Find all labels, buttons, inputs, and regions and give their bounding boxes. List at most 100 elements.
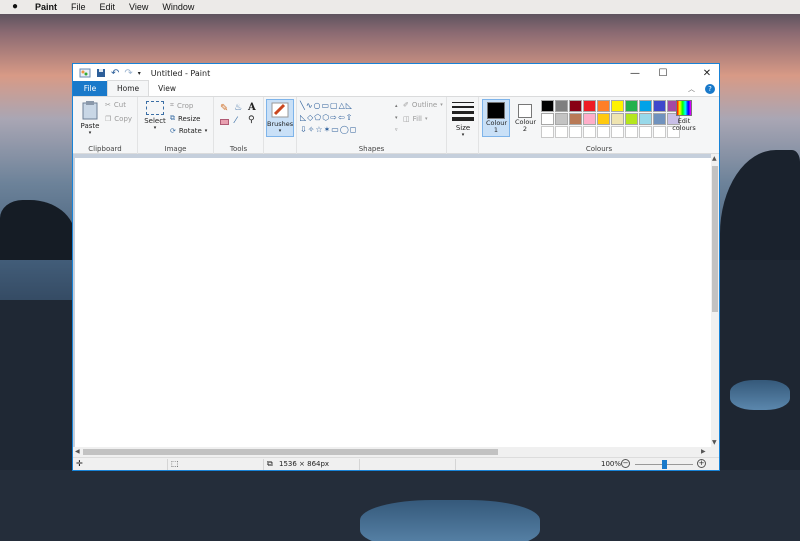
menu-window[interactable]: Window (162, 2, 194, 12)
text-tool-icon[interactable]: A (248, 102, 256, 113)
horizontal-scrollbar[interactable]: ◀ ▶ (73, 447, 719, 457)
help-icon[interactable]: ? (705, 84, 715, 94)
scroll-down-icon[interactable]: ▼ (712, 439, 717, 446)
palette-swatch[interactable] (625, 113, 638, 125)
menu-edit[interactable]: Edit (100, 2, 116, 12)
palette-swatch[interactable] (597, 100, 610, 112)
outline-button[interactable]: ✐ Outline ▾ (403, 101, 443, 109)
shapes-group: ╲∿○▭▢△◺ ◺◇⬠⬡⇨⇦⇧ ⇩✧☆✶▭◯◻ ▴ ▾ ▿ ✐ Outline ▾ ◫ F… (297, 97, 447, 154)
size-group: Size ▾ (447, 97, 479, 154)
shapes-group-label: Shapes (358, 145, 385, 153)
fill-button[interactable]: ◫ Fill ▾ (403, 115, 428, 123)
select-button[interactable]: Select ▾ (143, 101, 167, 131)
colour1-button[interactable]: Colour 1 (482, 99, 510, 137)
apple-icon[interactable]: ● (12, 0, 24, 14)
scroll-up-icon[interactable]: ▲ (712, 155, 717, 162)
palette-swatch[interactable] (653, 113, 666, 125)
collapse-ribbon-icon[interactable]: ︿ (688, 84, 695, 94)
crop-button[interactable]: ⌗ Crop (170, 101, 193, 110)
palette-swatch[interactable] (639, 126, 652, 138)
zoom-slider-thumb[interactable] (661, 460, 667, 469)
horizontal-scroll-thumb[interactable] (83, 449, 498, 455)
palette-swatch[interactable] (583, 100, 596, 112)
window-title: Untitled - Paint (150, 68, 211, 78)
palette-swatch[interactable] (653, 100, 666, 112)
colour1-label: Colour 1 (486, 119, 508, 134)
palette-swatch[interactable] (625, 126, 638, 138)
zoom-slider[interactable] (635, 460, 693, 469)
palette-swatch[interactable] (569, 100, 582, 112)
menu-view[interactable]: View (129, 2, 148, 12)
crop-label: Crop (176, 101, 194, 110)
menu-file[interactable]: File (71, 2, 86, 12)
magnifier-icon[interactable]: ⚲ (248, 115, 255, 125)
palette-swatch[interactable] (639, 113, 652, 125)
scissors-icon: ✂ (105, 101, 111, 109)
zoom-in-icon[interactable]: + (697, 459, 706, 468)
palette-swatch[interactable] (555, 126, 568, 138)
rotate-label: Rotate (178, 127, 202, 135)
colours-group: Colour 1 Colour 2 Edit colours Colours (479, 97, 719, 154)
save-icon[interactable] (96, 68, 106, 78)
fill-bucket-icon[interactable]: ♨ (234, 103, 242, 113)
zoom-out-icon[interactable]: − (621, 459, 630, 468)
palette-swatch[interactable] (555, 100, 568, 112)
maximize-button[interactable]: ☐ (649, 64, 677, 82)
close-button[interactable]: ✕ (693, 64, 721, 82)
vertical-scroll-thumb[interactable] (712, 166, 718, 312)
redo-icon[interactable]: ↷ (124, 68, 132, 79)
palette-swatch[interactable] (541, 126, 554, 138)
palette-swatch[interactable] (555, 113, 568, 125)
palette-swatch[interactable] (583, 126, 596, 138)
colour2-button[interactable]: Colour 2 (512, 99, 538, 137)
palette-swatch[interactable] (597, 126, 610, 138)
palette-swatch[interactable] (625, 100, 638, 112)
tab-home[interactable]: Home (107, 80, 150, 96)
brushes-label: Brushes (267, 120, 294, 128)
palette-swatch[interactable] (569, 126, 582, 138)
palette-swatch[interactable] (639, 100, 652, 112)
edit-colours-label: Edit colours (672, 117, 696, 132)
edit-colours-button[interactable]: Edit colours (671, 100, 697, 132)
tab-view[interactable]: View (149, 81, 185, 96)
menubar-app-name[interactable]: Paint (35, 2, 57, 12)
title-bar: ↶ ↷ ▾ Untitled - Paint — ☐ ✕ (73, 64, 719, 82)
palette-swatch[interactable] (611, 100, 624, 112)
size-label: Size (455, 124, 471, 132)
palette-swatch[interactable] (583, 113, 596, 125)
brush-icon (271, 102, 289, 118)
brushes-button[interactable]: Brushes ▾ (266, 99, 294, 137)
zoom-level: 100% (601, 460, 622, 468)
customize-quick-access-icon[interactable]: ▾ (138, 70, 141, 77)
resize-button[interactable]: ⧉ Resize (170, 114, 200, 123)
rotate-button[interactable]: ⟳ Rotate ▾ (170, 127, 207, 135)
palette-swatch[interactable] (569, 113, 582, 125)
scroll-right-icon[interactable]: ▶ (701, 448, 706, 455)
shapes-gallery[interactable]: ╲∿○▭▢△◺ ◺◇⬠⬡⇨⇦⇧ ⇩✧☆✶▭◯◻ (300, 100, 394, 138)
palette-swatch[interactable] (653, 126, 666, 138)
shapes-row-3: ⇩✧☆✶▭◯◻ (300, 125, 358, 134)
palette-swatch[interactable] (611, 113, 624, 125)
palette-swatch[interactable] (541, 100, 554, 112)
palette-swatch[interactable] (597, 113, 610, 125)
size-lines-icon (452, 102, 474, 121)
image-size-icon: ⧉ (267, 459, 273, 468)
palette-swatch[interactable] (611, 126, 624, 138)
size-button[interactable]: Size ▾ (452, 102, 474, 138)
undo-icon[interactable]: ↶ (111, 68, 119, 79)
cut-button[interactable]: ✂ Cut (105, 101, 126, 109)
vertical-scrollbar[interactable]: ▲ ▼ (711, 154, 719, 447)
copy-button[interactable]: ❐ Copy (105, 115, 132, 123)
tab-file[interactable]: File (73, 81, 107, 96)
drawing-canvas[interactable] (75, 158, 711, 447)
shapes-scroll[interactable]: ▴ ▾ ▿ (395, 100, 398, 136)
scroll-left-icon[interactable]: ◀ (75, 448, 80, 455)
outline-icon: ✐ (403, 101, 409, 109)
canvas-area (73, 154, 711, 447)
paste-button[interactable]: Paste ▾ (79, 100, 101, 136)
minimize-button[interactable]: — (621, 64, 649, 82)
colour-picker-icon[interactable]: ⁄ (235, 116, 237, 126)
palette-swatch[interactable] (541, 113, 554, 125)
pencil-icon[interactable]: ✎ (220, 103, 228, 114)
eraser-icon[interactable] (220, 119, 229, 125)
